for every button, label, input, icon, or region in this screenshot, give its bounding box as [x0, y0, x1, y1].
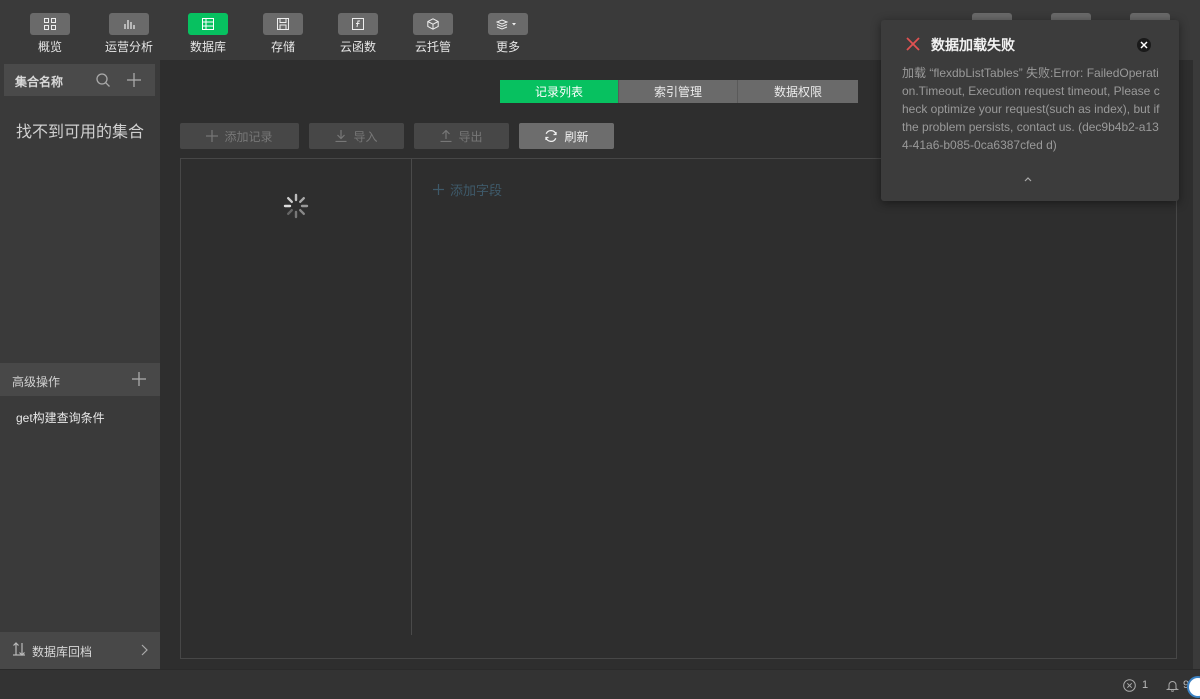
toast-message: 加载 “flexdbListTables” 失败:Error: FailedOp… — [902, 66, 1160, 152]
advanced-operation-item[interactable]: get构建查询条件 — [16, 409, 105, 426]
collections-header: 集合名称 — [4, 64, 155, 96]
overview-grid-icon — [30, 13, 70, 35]
plus-icon — [433, 184, 444, 195]
refresh-label: 刷新 — [564, 129, 589, 144]
sort-arrows-icon — [13, 642, 25, 656]
import-label: 导入 — [353, 129, 378, 144]
status-bar: 1 9 — [0, 669, 1200, 699]
add-operation-icon[interactable] — [131, 371, 147, 387]
chevron-up-icon[interactable] — [1022, 174, 1034, 184]
export-button[interactable]: 导出 — [414, 123, 509, 149]
no-collections-text: 找不到可用的集合 — [16, 124, 145, 141]
toolbar-analytics-label: 运营分析 — [104, 40, 153, 54]
toolbar-storage-label: 存储 — [270, 40, 295, 54]
right-scroll-strip — [1193, 60, 1200, 669]
error-x-icon — [906, 37, 920, 51]
toolbar-analytics[interactable]: 运营分析 — [91, 0, 167, 60]
add-field-label: 添加字段 — [450, 183, 503, 198]
toolbar-storage[interactable]: 存储 — [245, 0, 321, 60]
toolbar-cloud-hosting[interactable]: 云托管 — [395, 0, 471, 60]
tab-permissions[interactable]: 数据权限 — [738, 80, 858, 103]
database-icon — [188, 13, 228, 35]
storage-save-icon — [263, 13, 303, 35]
add-record-label: 添加记录 — [224, 129, 273, 144]
toolbar-database-label: 数据库 — [189, 40, 226, 54]
record-tabs: 记录列表 索引管理 数据权限 — [500, 80, 858, 103]
toolbar-more-label: 更多 — [495, 40, 520, 54]
layers-more-icon — [488, 13, 528, 35]
add-collection-icon[interactable] — [125, 71, 143, 89]
upload-icon — [440, 130, 452, 142]
error-circle-icon[interactable] — [1123, 679, 1136, 692]
records-panel: 添加字段 — [180, 158, 1177, 659]
chevron-right-icon — [141, 644, 148, 656]
add-field-button[interactable]: 添加字段 — [433, 180, 502, 199]
error-count: 1 — [1142, 679, 1149, 691]
cloud-hosting-box-icon — [413, 13, 453, 35]
export-label: 导出 — [458, 129, 483, 144]
toolbar-cloud-function[interactable]: 云函数 — [320, 0, 396, 60]
advanced-operations-header: 高级操作 — [0, 363, 160, 396]
toolbar-more[interactable]: 更多 — [470, 0, 546, 60]
toast-title: 数据加载失败 — [931, 37, 1015, 53]
toolbar-database[interactable]: 数据库 — [170, 0, 246, 60]
refresh-icon — [545, 130, 558, 142]
toolbar-cloud-function-label: 云函数 — [339, 40, 376, 54]
database-rollback-label: 数据库回档 — [32, 645, 93, 659]
cloud-function-icon — [338, 13, 378, 35]
collections-sidebar: 集合名称 找不到可用的集合 高级操作 get构建查询条件 数据库回档 — [0, 60, 160, 669]
toolbar-overview-label: 概览 — [37, 40, 62, 54]
close-icon[interactable] — [1137, 38, 1151, 52]
import-button[interactable]: 导入 — [309, 123, 404, 149]
add-record-button[interactable]: 添加记录 — [180, 123, 299, 149]
toolbar-overview[interactable]: 概览 — [12, 0, 88, 60]
error-toast: 数据加载失败 加载 “flexdbListTables” 失败:Error: F… — [881, 20, 1179, 201]
collections-header-title: 集合名称 — [15, 75, 64, 89]
toolbar-cloud-hosting-label: 云托管 — [414, 40, 451, 54]
advanced-operations-title: 高级操作 — [12, 375, 61, 389]
search-icon[interactable] — [95, 72, 111, 88]
refresh-button[interactable]: 刷新 — [519, 123, 614, 149]
panel-divider — [411, 159, 412, 635]
plus-icon — [206, 130, 219, 142]
loading-spinner-icon — [283, 193, 309, 219]
bar-chart-icon — [109, 13, 149, 35]
database-rollback-button[interactable]: 数据库回档 — [0, 632, 160, 669]
tab-records[interactable]: 记录列表 — [500, 80, 619, 103]
tab-indexes[interactable]: 索引管理 — [619, 80, 738, 103]
download-icon — [335, 130, 347, 142]
bell-icon[interactable] — [1166, 679, 1179, 692]
